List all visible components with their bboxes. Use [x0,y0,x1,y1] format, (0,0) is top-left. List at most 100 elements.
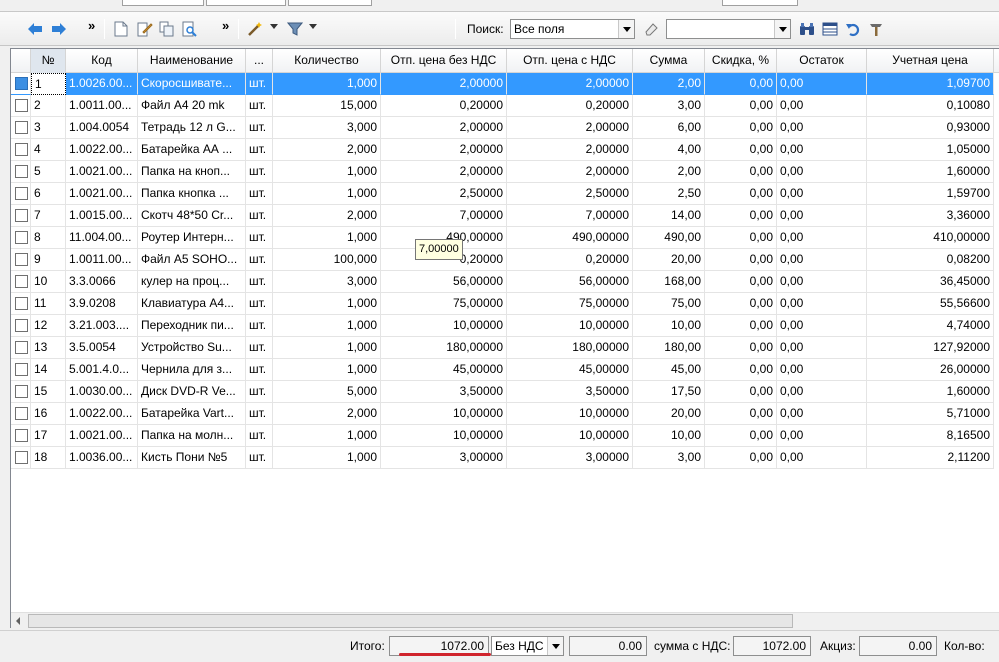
table-cell[interactable]: 3,50000 [507,381,633,403]
table-cell[interactable]: Папка на кноп... [138,161,246,183]
row-selector[interactable] [11,117,31,139]
table-cell[interactable]: 1,05000 [867,139,994,161]
arrow-left-icon[interactable] [26,20,44,38]
table-cell[interactable]: 180,00000 [381,337,507,359]
table-cell[interactable]: 1.0022.00... [66,403,138,425]
table-cell[interactable]: 1,000 [273,425,381,447]
table-cell[interactable]: 0,00 [777,425,867,447]
table-cell[interactable]: 75,00000 [381,293,507,315]
table-cell[interactable]: 6 [31,183,66,205]
horizontal-scrollbar[interactable] [11,612,999,629]
table-cell[interactable]: 1,09700 [867,73,994,95]
table-cell[interactable]: шт. [246,381,273,403]
table-cell[interactable]: 10,00000 [507,425,633,447]
wand-icon[interactable] [246,20,264,38]
filter-dropdown-icon[interactable] [309,24,317,29]
table-cell[interactable]: 3,00 [633,447,705,469]
table-cell[interactable]: 2,00000 [381,117,507,139]
column-header[interactable]: Отп. цена с НДС [507,49,633,73]
table-cell[interactable]: 0,00 [705,381,777,403]
table-cell[interactable]: 3.5.0054 [66,337,138,359]
arrow-right-icon[interactable] [50,20,68,38]
table-cell[interactable]: 18 [31,447,66,469]
table-cell[interactable]: 5 [31,161,66,183]
table-cell[interactable]: 180,00000 [507,337,633,359]
row-checkbox[interactable] [15,319,28,332]
table-row[interactable]: 15 1.0030.00... Диск DVD-R Ve... шт. 5,000 3,… [11,381,999,403]
table-cell[interactable]: 0,00 [777,337,867,359]
table-cell[interactable]: 1.0030.00... [66,381,138,403]
table-row[interactable]: 10 3.3.0066 кулер на проц... шт. 3,000 56,000… [11,271,999,293]
table-cell[interactable]: 0,00 [777,227,867,249]
row-checkbox[interactable] [15,231,28,244]
table-cell[interactable]: 1,000 [273,447,381,469]
table-cell[interactable]: 0,20000 [507,249,633,271]
eraser-icon[interactable] [642,20,660,38]
table-cell[interactable]: Скоросшивате... [138,73,246,95]
row-selector[interactable] [11,337,31,359]
table-cell[interactable]: 2,00000 [381,161,507,183]
table-cell[interactable]: 0,00 [705,139,777,161]
table-cell[interactable]: Диск DVD-R Ve... [138,381,246,403]
table-cell[interactable]: 0,00 [705,117,777,139]
column-header[interactable]: Учетная цена [867,49,994,73]
table-cell[interactable]: 180,00 [633,337,705,359]
table-cell[interactable]: 14,00 [633,205,705,227]
row-checkbox[interactable] [15,341,28,354]
table-row[interactable]: 11 3.9.0208 Клавиатура А4... шт. 1,000 75,000… [11,293,999,315]
row-selector[interactable] [11,403,31,425]
table-cell[interactable]: 0,00 [705,161,777,183]
undo-icon[interactable] [844,20,862,38]
table-row[interactable]: 9 1.0011.00... Файл А5 SOHO... шт. 100,000 0,… [11,249,999,271]
copy-document-icon[interactable] [158,20,176,38]
table-cell[interactable]: шт. [246,403,273,425]
table-cell[interactable]: 0,00 [705,227,777,249]
table-cell[interactable]: 0,00 [705,359,777,381]
table-cell[interactable]: шт. [246,161,273,183]
table-cell[interactable]: 1,59700 [867,183,994,205]
table-cell[interactable]: 7,00000 [507,205,633,227]
row-checkbox[interactable] [15,451,28,464]
table-cell[interactable]: 2,00000 [507,73,633,95]
table-cell[interactable]: 0,20000 [381,95,507,117]
table-cell[interactable]: 1.0021.00... [66,183,138,205]
chevron-down-icon[interactable] [774,20,790,38]
table-cell[interactable]: 2,50 [633,183,705,205]
row-selector[interactable] [11,293,31,315]
table-row[interactable]: 14 5.001.4.0... Чернила для з... шт. 1,000 45… [11,359,999,381]
row-selector[interactable] [11,447,31,469]
table-cell[interactable]: 1 [31,73,66,95]
table-cell[interactable]: 3,36000 [867,205,994,227]
table-cell[interactable]: 10,00000 [507,403,633,425]
column-header[interactable]: Скидка, % [705,49,777,73]
table-cell[interactable]: 1.004.0054 [66,117,138,139]
table-cell[interactable]: 3.21.003.... [66,315,138,337]
table-cell[interactable]: 20,00 [633,403,705,425]
table-cell[interactable]: 1,000 [273,183,381,205]
table-row[interactable]: 13 3.5.0054 Устройство Su... шт. 1,000 180,00… [11,337,999,359]
table-cell[interactable]: 0,00 [777,205,867,227]
table-cell[interactable]: 0,00 [705,403,777,425]
table-cell[interactable]: 0,00 [705,293,777,315]
table-cell[interactable]: шт. [246,337,273,359]
table-cell[interactable]: шт. [246,117,273,139]
table-row[interactable]: 8 11.004.00... Роутер Интерн... шт. 1,000 490… [11,227,999,249]
table-cell[interactable]: 1.0036.00... [66,447,138,469]
new-document-icon[interactable] [112,20,130,38]
table-cell[interactable]: 0,00 [777,403,867,425]
table-cell[interactable]: 17 [31,425,66,447]
table-cell[interactable]: 16 [31,403,66,425]
table-cell[interactable]: 3,00000 [507,447,633,469]
table-cell[interactable]: 2,00 [633,161,705,183]
row-checkbox[interactable] [15,363,28,376]
table-cell[interactable]: шт. [246,205,273,227]
table-cell[interactable]: 1,000 [273,293,381,315]
header-selector[interactable] [11,49,31,73]
table-cell[interactable]: 45,00000 [381,359,507,381]
table-row[interactable]: 2 1.0011.00... Файл А4 20 mk шт. 15,000 0,200… [11,95,999,117]
table-cell[interactable]: Файл А4 20 mk [138,95,246,117]
table-cell[interactable]: 0,00 [705,271,777,293]
table-cell[interactable]: 7 [31,205,66,227]
table-cell[interactable]: 36,45000 [867,271,994,293]
table-cell[interactable]: шт. [246,139,273,161]
